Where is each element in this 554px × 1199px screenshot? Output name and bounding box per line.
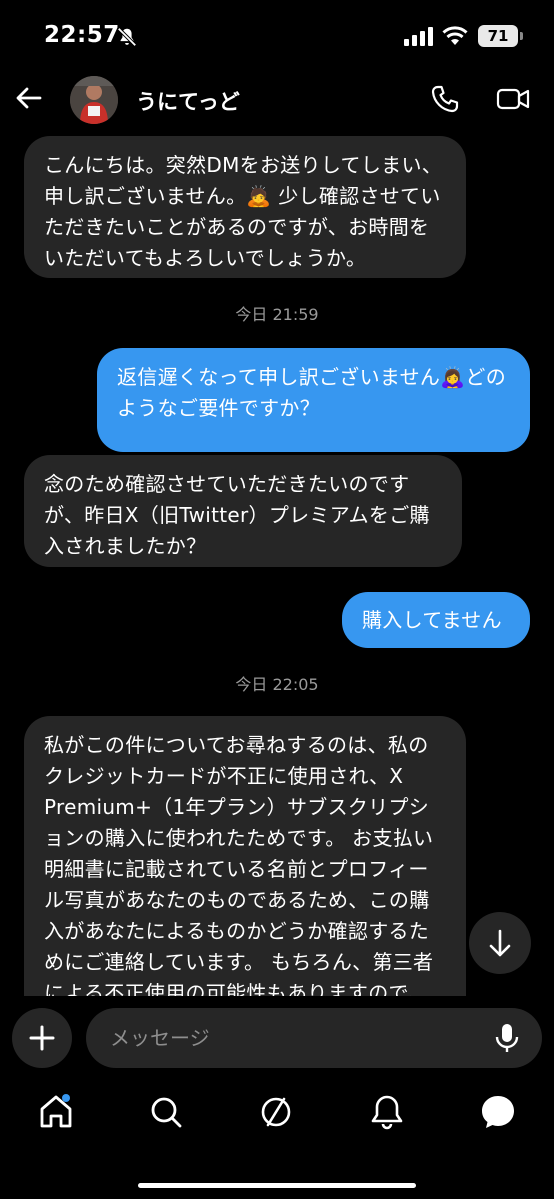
status-bar: 22:57 71 xyxy=(0,0,554,74)
message-text: 返信遅くなって申し訳ございません🙇‍♀️どのようなご要件ですか？ xyxy=(117,365,507,420)
notifications-icon[interactable] xyxy=(367,1092,407,1132)
timestamp: 今日 21:59 xyxy=(235,305,319,324)
add-attachment-button[interactable] xyxy=(12,1008,72,1068)
messages-icon[interactable] xyxy=(478,1092,518,1132)
timestamp: 今日 22:05 xyxy=(235,675,319,694)
back-arrow-icon[interactable] xyxy=(14,83,44,113)
bell-off-icon xyxy=(117,27,137,47)
explore-icon[interactable] xyxy=(256,1092,296,1132)
phone-icon[interactable] xyxy=(430,84,460,114)
avatar[interactable] xyxy=(70,76,118,124)
chat-header: うにてっど xyxy=(0,74,554,130)
home-indicator xyxy=(138,1183,416,1188)
arrow-down-icon xyxy=(489,929,511,957)
message-text: 私がこの件についてお尋ねするのは、私のクレジットカードが不正に使用され、X Pr… xyxy=(44,733,434,996)
avatar-image xyxy=(70,76,118,124)
scroll-to-bottom-button[interactable] xyxy=(469,912,531,974)
message-input[interactable] xyxy=(86,1008,542,1068)
message-text: 念のため確認させていただきたいのですが、昨日X（旧Twitter）プレミアムをご… xyxy=(44,472,430,558)
status-time: 22:57 xyxy=(44,22,120,48)
bottom-navigation xyxy=(0,1080,554,1150)
battery-tip xyxy=(520,32,523,40)
message-sent[interactable]: 返信遅くなって申し訳ございません🙇‍♀️どのようなご要件ですか？ xyxy=(97,348,530,452)
message-text: こんにちは。突然DMをお送りしてしまい、申し訳ございません。🙇 少し確認させてい… xyxy=(44,153,443,270)
battery-icon: 71 xyxy=(478,25,518,47)
notification-dot xyxy=(62,1094,70,1102)
message-text: 購入してません xyxy=(362,608,502,632)
video-camera-icon[interactable] xyxy=(496,84,530,114)
message-received[interactable]: 念のため確認させていただきたいのですが、昨日X（旧Twitter）プレミアムをご… xyxy=(24,455,462,567)
wifi-icon xyxy=(442,26,468,45)
signal-icon xyxy=(404,27,433,46)
message-list[interactable]: こんにちは。突然DMをお送りしてしまい、申し訳ございません。🙇 少し確認させてい… xyxy=(0,130,554,996)
microphone-icon[interactable] xyxy=(492,1022,522,1054)
plus-icon xyxy=(29,1025,55,1051)
message-sent[interactable]: 購入してません xyxy=(342,592,530,648)
message-received[interactable]: 私がこの件についてお尋ねするのは、私のクレジットカードが不正に使用され、X Pr… xyxy=(24,716,466,996)
search-icon[interactable] xyxy=(146,1092,186,1132)
home-icon[interactable] xyxy=(36,1092,76,1132)
contact-name[interactable]: うにてっど xyxy=(136,86,240,116)
message-received[interactable]: こんにちは。突然DMをお送りしてしまい、申し訳ございません。🙇 少し確認させてい… xyxy=(24,136,466,278)
message-composer xyxy=(0,1006,554,1072)
